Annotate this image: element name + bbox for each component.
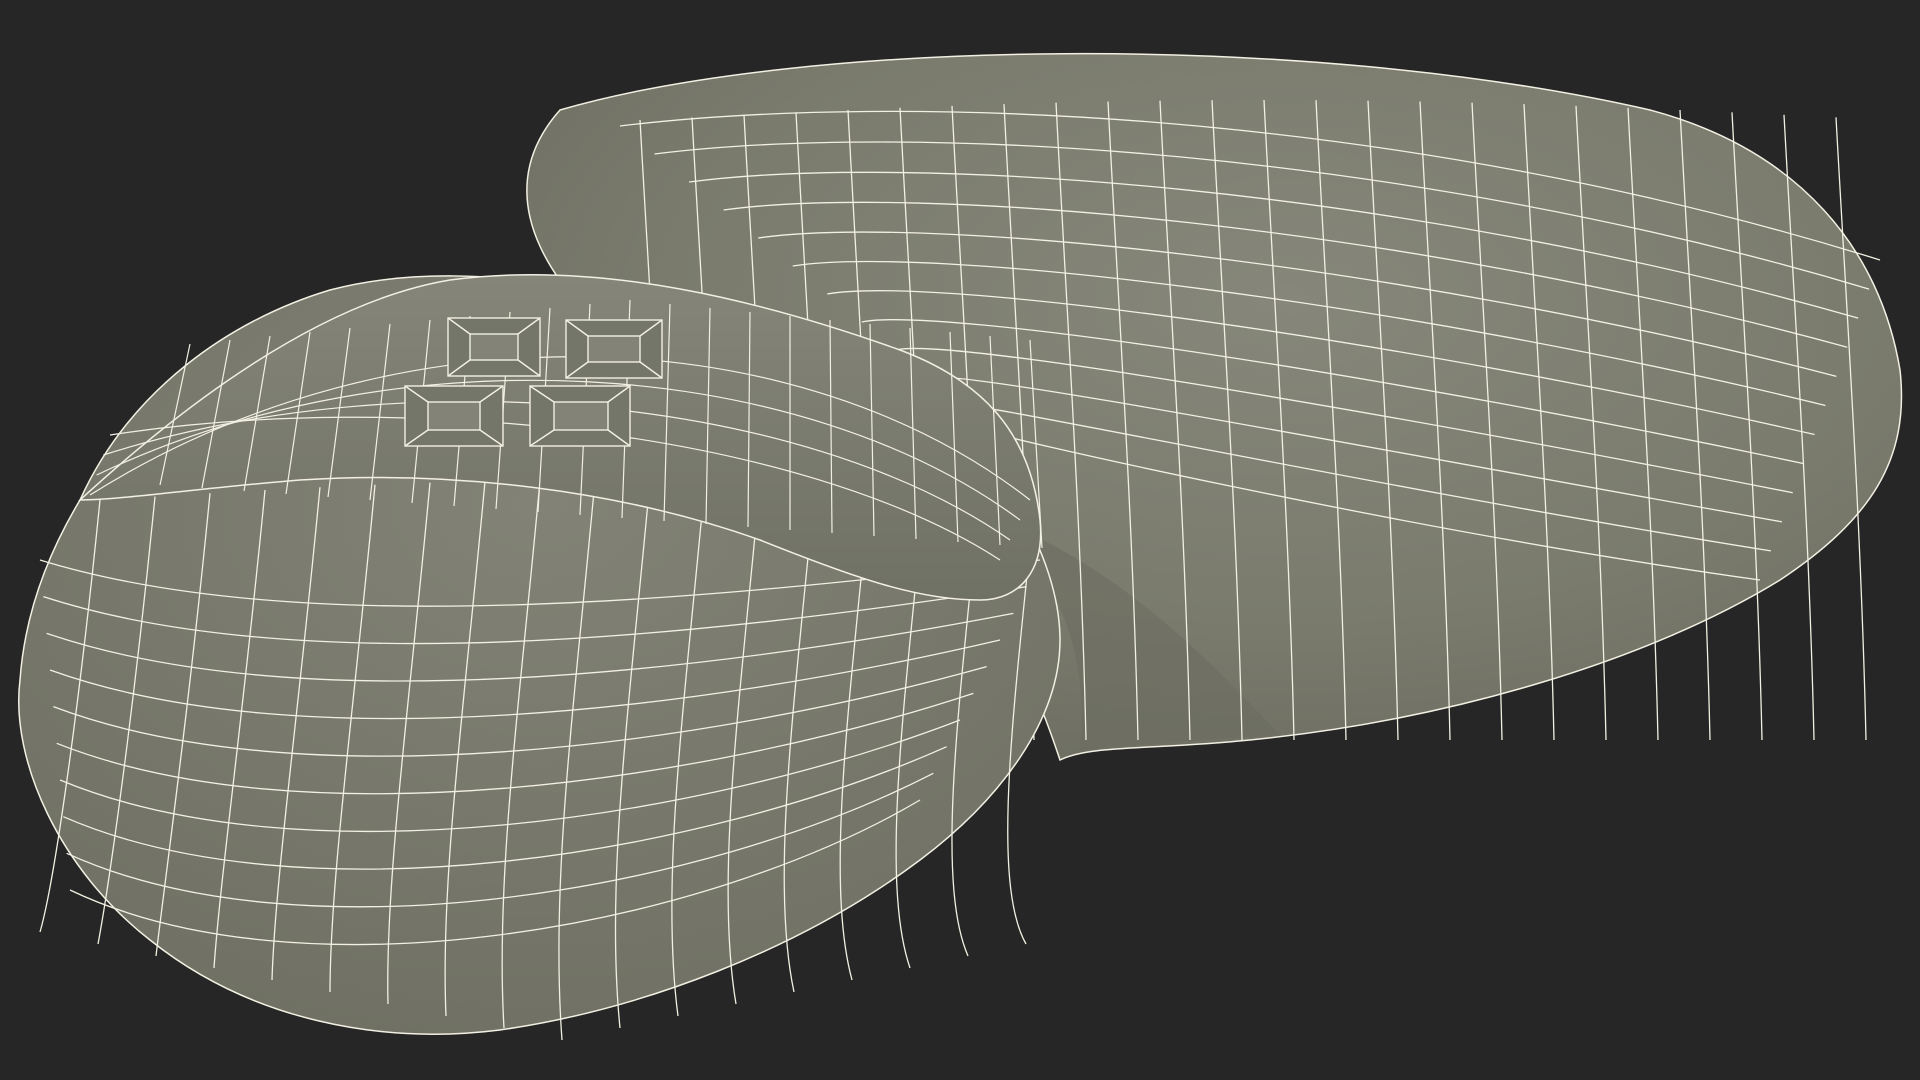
render-viewport: // Procedural wireframe lines (decorativ… [0, 0, 1920, 1080]
